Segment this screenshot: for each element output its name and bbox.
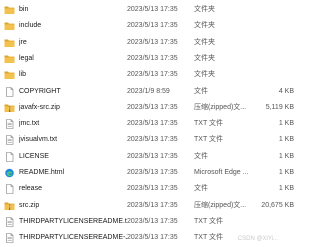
zip-icon	[4, 103, 15, 113]
file-icon	[4, 184, 15, 195]
file-size: 5,119 KB	[265, 103, 294, 111]
file-name: COPYRIGHT	[19, 87, 61, 95]
file-date-modified: 2023/5/13 17:35	[127, 217, 178, 225]
file-date-modified: 2023/5/13 17:35	[127, 71, 178, 79]
file-row[interactable]: javafx-src.zip 2023/5/13 17:35 压缩(zipped)文…	[0, 100, 300, 117]
file-name: lib	[19, 71, 27, 79]
folder-icon	[4, 5, 15, 15]
file-row[interactable]: bin 2023/5/13 17:35 文件夹	[0, 2, 300, 19]
file-name: LICENSE	[19, 152, 49, 160]
file-date-modified: 2023/5/13 17:35	[127, 152, 178, 160]
text-file-icon	[4, 119, 15, 129]
folder-icon	[4, 70, 15, 80]
file-row[interactable]: release 2023/5/13 17:35 文件 1 KB	[0, 181, 300, 198]
file-name: javafx-src.zip	[19, 103, 60, 111]
file-name: jmc.txt	[19, 120, 40, 128]
file-type: TXT 文件	[194, 136, 224, 144]
folder-icon	[4, 54, 15, 64]
file-type: Microsoft Edge ...	[194, 169, 248, 176]
file-size: 1 KB	[278, 185, 294, 193]
file-icon	[4, 86, 15, 97]
file-name: include	[19, 22, 42, 30]
watermark: CSDN @XiYi...	[237, 236, 278, 242]
folder-icon	[4, 21, 15, 31]
file-name: bin	[19, 6, 29, 13]
text-file-icon	[4, 233, 15, 243]
file-name: release	[19, 185, 42, 193]
file-name: src.zip	[19, 201, 40, 209]
file-date-modified: 2023/5/13 17:35	[127, 201, 178, 209]
file-row[interactable]: src.zip 2023/5/13 17:35 压缩(zipped)文... 20,6…	[0, 198, 300, 215]
file-icon	[4, 151, 15, 162]
file-size: 1 KB	[278, 169, 294, 176]
file-date-modified: 2023/5/13 17:35	[127, 234, 178, 242]
file-date-modified: 2023/5/13 17:35	[127, 6, 178, 13]
file-row[interactable]: README.html 2023/5/13 17:35 Microsoft Edge…	[0, 165, 300, 182]
file-date-modified: 2023/5/13 17:35	[127, 169, 178, 176]
file-name: jvisualvm.txt	[19, 136, 58, 144]
file-type: 文件夹	[194, 6, 215, 13]
file-type: 文件夹	[194, 38, 215, 46]
file-type: 文件夹	[194, 54, 215, 62]
file-name: legal	[19, 54, 34, 62]
file-name: THIRDPARTYLICENSEREADME-JAV...	[19, 234, 127, 242]
file-type: 文件夹	[194, 71, 215, 79]
text-file-icon	[4, 217, 15, 227]
file-row[interactable]: THIRDPARTYLICENSEREADME.txt 2023/5/13 17:…	[0, 214, 300, 231]
file-list: bin 2023/5/13 17:35 文件夹 include 2023/5/13 17…	[0, 0, 300, 244]
file-row[interactable]: jmc.txt 2023/5/13 17:35 TXT 文件 1 KB	[0, 116, 300, 133]
file-date-modified: 2023/1/9 8:59	[127, 87, 170, 95]
edge-icon	[4, 168, 15, 178]
file-row[interactable]: include 2023/5/13 17:35 文件夹	[0, 18, 300, 35]
file-size: 1 KB	[278, 120, 294, 128]
file-type: 文件	[194, 152, 208, 160]
folder-icon	[4, 38, 15, 48]
file-size: 20,675 KB	[261, 201, 294, 209]
file-type: 压缩(zipped)文...	[194, 201, 247, 209]
file-type: 文件夹	[194, 22, 215, 30]
file-size: 4 KB	[278, 87, 294, 95]
zip-icon	[4, 201, 15, 211]
file-row[interactable]: jvisualvm.txt 2023/5/13 17:35 TXT 文件 1 KB	[0, 132, 300, 149]
file-size: 1 KB	[278, 136, 294, 144]
file-date-modified: 2023/5/13 17:35	[127, 22, 178, 30]
file-name: jre	[19, 38, 27, 46]
file-date-modified: 2023/5/13 17:35	[127, 120, 178, 128]
file-row[interactable]: LICENSE 2023/5/13 17:35 文件 1 KB	[0, 149, 300, 166]
file-row[interactable]: legal 2023/5/13 17:35 文件夹	[0, 51, 300, 68]
file-date-modified: 2023/5/13 17:35	[127, 103, 178, 111]
file-date-modified: 2023/5/13 17:35	[127, 185, 178, 193]
file-date-modified: 2023/5/13 17:35	[127, 136, 178, 144]
file-row[interactable]: lib 2023/5/13 17:35 文件夹	[0, 67, 300, 84]
file-date-modified: 2023/5/13 17:35	[127, 54, 178, 62]
file-type: 压缩(zipped)文...	[194, 103, 247, 111]
file-size: 1 KB	[278, 152, 294, 160]
text-file-icon	[4, 135, 15, 146]
file-type: TXT 文件	[194, 217, 224, 225]
file-date-modified: 2023/5/13 17:35	[127, 38, 178, 46]
file-type: 文件	[194, 185, 208, 193]
file-name: THIRDPARTYLICENSEREADME.txt	[19, 217, 127, 225]
file-type: TXT 文件	[194, 120, 224, 128]
file-type: 文件	[194, 87, 208, 95]
file-row[interactable]: jre 2023/5/13 17:35 文件夹	[0, 35, 300, 52]
file-row[interactable]: COPYRIGHT 2023/1/9 8:59 文件 4 KB	[0, 84, 300, 101]
file-name: README.html	[19, 169, 65, 176]
